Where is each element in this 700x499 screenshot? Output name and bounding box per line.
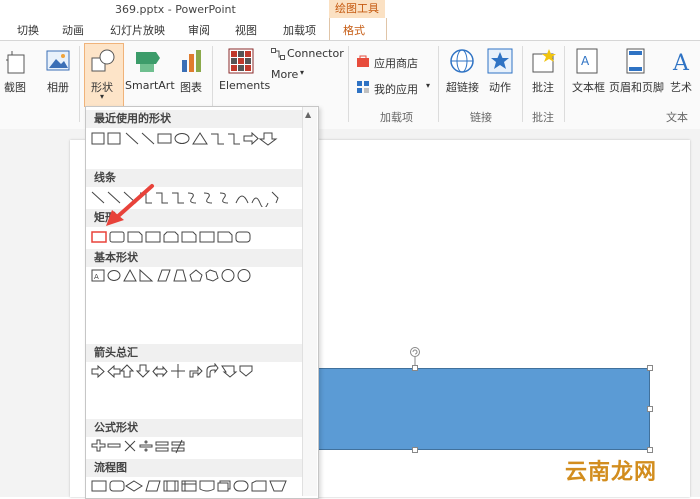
elements-icon [228, 48, 254, 74]
smartart-icon [136, 52, 160, 72]
drawing-tools-label: 绘图工具 [329, 0, 385, 18]
action-star-icon [487, 48, 513, 74]
section-flowchart: 流程图 [86, 459, 302, 477]
hyperlink-icon [450, 49, 474, 73]
equation-shapes-row[interactable] [90, 438, 300, 456]
svg-text:A: A [581, 54, 590, 68]
shapes-dropdown-chevron-icon: ▾ [100, 92, 105, 101]
connector-icon [271, 48, 285, 60]
recent-shapes-row[interactable]: {} [90, 130, 300, 148]
tab-addins[interactable]: 加载项 [283, 22, 316, 38]
my-apps-button-label[interactable]: 我的应用 [374, 81, 418, 97]
rectangle-shape[interactable] [315, 368, 650, 450]
tab-transitions[interactable]: 切换 [17, 22, 39, 38]
more-button-label[interactable]: More [271, 68, 298, 81]
tab-view[interactable]: 视图 [235, 22, 257, 38]
tab-review[interactable]: 审阅 [188, 22, 210, 38]
red-annotation-arrow-icon [106, 184, 154, 226]
comment-button-label[interactable]: 批注 [532, 79, 554, 95]
gallery-scrollbar[interactable]: ▲ [302, 107, 317, 496]
resize-handle-top-right[interactable] [647, 365, 653, 371]
resize-handle-right[interactable] [647, 406, 653, 412]
group-label-comments: 批注 [532, 111, 554, 124]
screenshot-button-label[interactable]: 截图 [4, 79, 26, 95]
group-label-addins: 加载项 [380, 111, 413, 124]
svg-text:A: A [672, 51, 690, 74]
header-footer-button-label[interactable]: 页眉和页脚 [609, 79, 664, 95]
photo-album-icon [46, 50, 70, 71]
textbox-button-label[interactable]: 文本框 [572, 79, 605, 95]
section-recent-shapes: 最近使用的形状 [86, 110, 302, 128]
scroll-up-icon[interactable]: ▲ [305, 110, 311, 119]
comment-icon [532, 49, 556, 73]
resize-handle-bottom-right[interactable] [647, 447, 653, 453]
album-button-label[interactable]: 相册 [47, 79, 69, 95]
my-apps-icon [357, 81, 369, 93]
elements-button-label[interactable]: Elements [219, 79, 270, 92]
tab-animations[interactable]: 动画 [62, 22, 84, 38]
shapes-icon [91, 49, 115, 72]
section-equation-shapes: 公式形状 [86, 419, 302, 437]
my-apps-dropdown-chevron-icon: ▾ [426, 81, 431, 90]
watermark-logo: 云南龙网 [565, 460, 658, 485]
action-button-label[interactable]: 动作 [489, 79, 511, 95]
section-basic-shapes: 基本形状 [86, 249, 302, 267]
screenshot-icon [6, 51, 25, 74]
svg-text:A: A [94, 273, 99, 281]
wordart-button-label[interactable]: 艺术 [670, 79, 692, 95]
chart-button-label[interactable]: 图表 [180, 79, 202, 95]
resize-handle-bottom[interactable] [412, 447, 418, 453]
resize-handle-top[interactable] [412, 365, 418, 371]
store-icon [357, 55, 369, 67]
connector-button-label[interactable]: Connector [287, 47, 344, 60]
group-label-text: 文本 [666, 111, 688, 124]
more-dropdown-chevron-icon: ▾ [300, 68, 305, 77]
group-label-links: 链接 [470, 111, 492, 124]
shapes-gallery-dropdown: ▲ 最近使用的形状 {} 线条 矩形 [85, 106, 319, 499]
app-store-button-label[interactable]: 应用商店 [374, 55, 418, 71]
smartart-button-label[interactable]: SmartArt [125, 79, 175, 92]
hyperlink-button-label[interactable]: 超链接 [446, 79, 479, 95]
basic-shapes-grid[interactable]: A [] {} [90, 267, 300, 285]
wordart-icon: A [672, 51, 690, 74]
header-footer-icon [626, 48, 645, 74]
tab-format[interactable]: 格式 [343, 22, 365, 38]
textbox-icon: A [576, 48, 598, 74]
tab-slideshow[interactable]: 幻灯片放映 [110, 22, 165, 38]
section-block-arrows: 箭头总汇 [86, 344, 302, 362]
block-arrows-grid[interactable] [90, 363, 300, 381]
chart-icon [182, 50, 201, 72]
flowchart-row[interactable] [90, 478, 300, 496]
rectangles-row[interactable] [90, 229, 300, 247]
window-title: 369.pptx - PowerPoint [115, 3, 236, 16]
